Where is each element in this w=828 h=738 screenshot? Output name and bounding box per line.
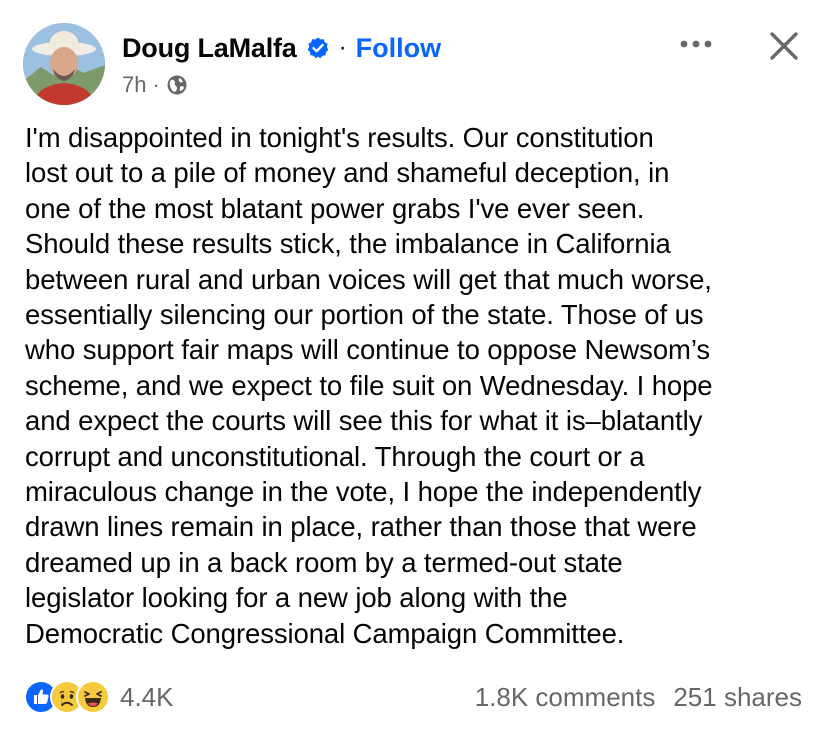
name-row: Doug LaMalfa · Follow <box>122 30 441 66</box>
avatar[interactable] <box>23 23 105 105</box>
post-footer: 4.4K 1.8K comments 251 shares <box>0 672 828 722</box>
author-name[interactable]: Doug LaMalfa <box>122 33 297 64</box>
post-meta: 7h · <box>122 70 188 100</box>
more-options-icon[interactable] <box>672 26 720 62</box>
reaction-count[interactable]: 4.4K <box>120 682 174 713</box>
reactions-summary[interactable]: 4.4K <box>24 680 174 714</box>
haha-reaction-icon <box>76 680 110 714</box>
shares-count[interactable]: 251 shares <box>673 682 802 713</box>
comments-count[interactable]: 1.8K comments <box>475 682 656 713</box>
meta-separator: · <box>152 72 160 97</box>
globe-icon[interactable] <box>166 74 188 96</box>
follow-button[interactable]: Follow <box>356 33 441 64</box>
post-header: Doug LaMalfa · Follow 7h · <box>0 0 828 110</box>
separator-dot: · <box>338 34 347 61</box>
post-body-text: I'm disappointed in tonight's results. O… <box>25 122 713 649</box>
post-time[interactable]: 7h <box>122 72 146 98</box>
close-icon[interactable] <box>762 24 806 68</box>
verified-badge-icon <box>306 36 330 60</box>
engagement-stats: 1.8K comments 251 shares <box>475 680 802 714</box>
